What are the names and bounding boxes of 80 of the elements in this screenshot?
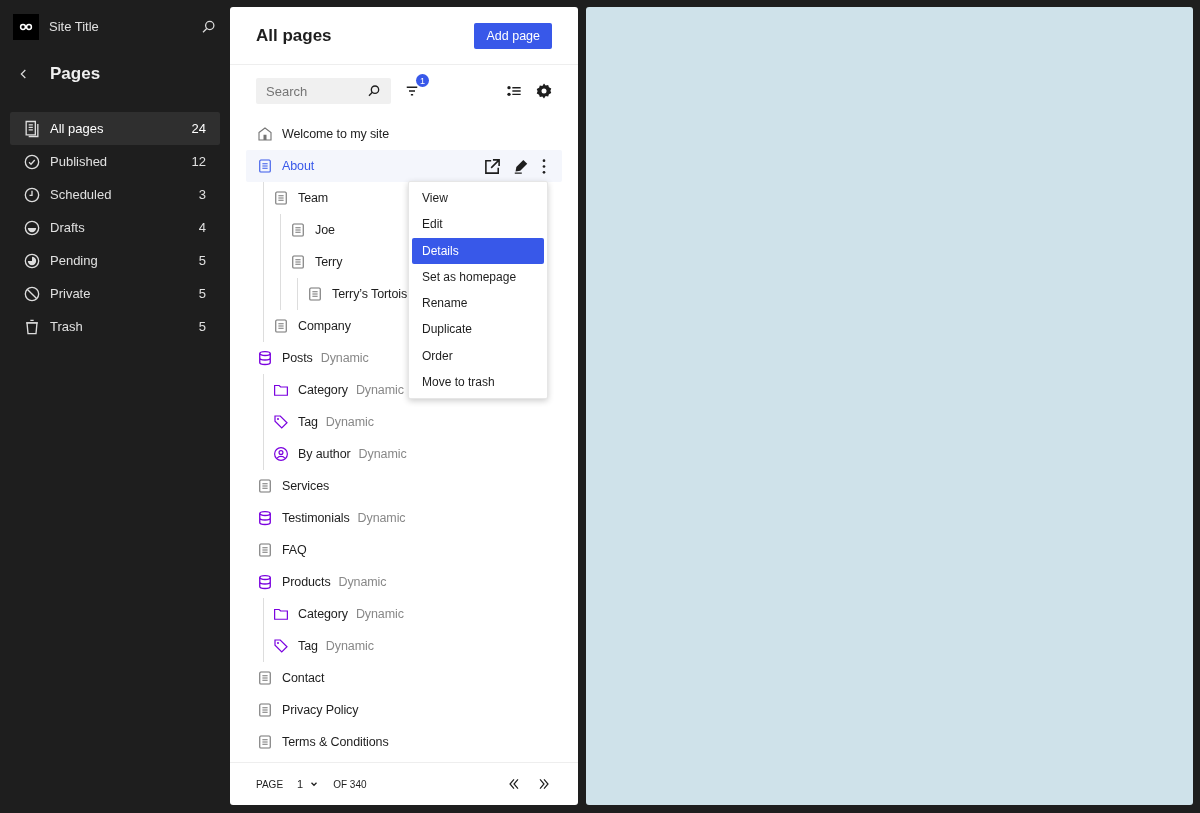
page-tree-item[interactable]: Tag Dynamic bbox=[264, 406, 380, 438]
edit-button[interactable] bbox=[514, 158, 528, 174]
external-link-icon bbox=[485, 158, 500, 174]
sidebar-item[interactable]: Pending 5 bbox=[10, 244, 220, 277]
page-tree-item[interactable]: Posts Dynamic bbox=[246, 342, 375, 374]
page-icon bbox=[256, 669, 274, 687]
page-tree-item[interactable]: By author Dynamic bbox=[264, 438, 413, 470]
sidebar-item[interactable]: All pages 24 bbox=[10, 112, 220, 145]
more-button[interactable] bbox=[542, 158, 546, 174]
page-label: PAGE bbox=[256, 778, 284, 790]
pencil-icon bbox=[514, 158, 528, 174]
sidebar-item[interactable]: Drafts 4 bbox=[10, 211, 220, 244]
dynamic-label: Dynamic bbox=[357, 511, 406, 525]
filter-count-badge: 1 bbox=[416, 74, 429, 87]
menu-item[interactable]: Details bbox=[412, 237, 544, 264]
page-tree-item[interactable]: Company bbox=[264, 310, 357, 342]
page-tree-item[interactable]: Category Dynamic bbox=[264, 598, 410, 630]
page-tree-item[interactable]: Services bbox=[246, 470, 336, 502]
search-icon bbox=[366, 83, 382, 99]
more-vertical-icon bbox=[542, 158, 546, 174]
page-icon bbox=[256, 733, 274, 751]
menu-item[interactable]: Edit bbox=[412, 211, 544, 238]
page-icon bbox=[256, 701, 274, 719]
dynamic-label: Dynamic bbox=[355, 383, 404, 397]
database-icon bbox=[256, 509, 274, 527]
sidebar-item[interactable]: Trash 5 bbox=[10, 310, 220, 343]
dynamic-label: Dynamic bbox=[338, 575, 387, 589]
page-icon bbox=[306, 285, 324, 303]
sidebar-item[interactable]: Scheduled 3 bbox=[10, 178, 220, 211]
search-field[interactable]: Search bbox=[256, 78, 391, 104]
settings-button[interactable] bbox=[534, 81, 554, 101]
home-icon bbox=[256, 125, 274, 143]
page-tree-item[interactable]: Terry bbox=[281, 246, 349, 278]
menu-item[interactable]: Duplicate bbox=[412, 316, 544, 343]
page-tree-item[interactable]: Joe bbox=[281, 214, 341, 246]
page-icon bbox=[272, 317, 290, 335]
sidebar-heading: Pages bbox=[50, 64, 101, 84]
database-icon bbox=[256, 349, 274, 367]
view-button[interactable] bbox=[485, 158, 500, 174]
page-total: OF 340 bbox=[333, 778, 367, 790]
dynamic-label: Dynamic bbox=[320, 351, 369, 365]
dynamic-label: Dynamic bbox=[325, 639, 374, 653]
database-icon bbox=[256, 573, 274, 591]
site-title: Site Title bbox=[49, 19, 100, 34]
sidebar-item[interactable]: Private 5 bbox=[10, 277, 220, 310]
page-tree-item[interactable]: Tag Dynamic bbox=[264, 630, 380, 662]
add-page-button[interactable]: Add page bbox=[474, 22, 552, 49]
page-tree-item[interactable]: Team bbox=[264, 182, 335, 214]
page-tree-item[interactable]: Testimonials Dynamic bbox=[246, 502, 412, 534]
page-icon bbox=[272, 189, 290, 207]
page-tree-item[interactable]: Products Dynamic bbox=[246, 566, 393, 598]
page-icon bbox=[289, 253, 307, 271]
sidebar-item[interactable]: Published 12 bbox=[10, 145, 220, 178]
menu-item[interactable]: Order bbox=[412, 342, 544, 370]
page-icon bbox=[256, 157, 274, 175]
menu-item[interactable]: Move to trash bbox=[412, 369, 544, 396]
dynamic-label: Dynamic bbox=[325, 415, 374, 429]
page-icon bbox=[289, 221, 307, 239]
page-icon bbox=[256, 541, 274, 559]
page-tree-item[interactable]: FAQ bbox=[246, 534, 313, 566]
user-circle-icon bbox=[272, 445, 290, 463]
page-tree-item[interactable]: Terry’s Tortois bbox=[298, 278, 414, 310]
page-tree-item[interactable]: Contact bbox=[246, 662, 331, 694]
panel-title: All pages bbox=[256, 25, 332, 46]
menu-item[interactable]: Rename bbox=[412, 290, 544, 317]
menu-item[interactable]: Set as homepage bbox=[412, 263, 544, 291]
site-logo[interactable] bbox=[13, 13, 39, 40]
dynamic-label: Dynamic bbox=[358, 447, 407, 461]
menu-item[interactable]: View bbox=[412, 185, 544, 212]
tag-icon bbox=[272, 413, 290, 431]
page-tree-item[interactable]: Terms & Conditions bbox=[246, 726, 395, 758]
settings-icon bbox=[534, 81, 554, 101]
page-tree-item[interactable]: About bbox=[246, 150, 562, 182]
page-tree-item[interactable]: Category Dynamic bbox=[264, 374, 410, 406]
tag-icon bbox=[272, 637, 290, 655]
page-tree-item[interactable]: Privacy Policy bbox=[246, 694, 365, 726]
page-icon bbox=[256, 477, 274, 495]
dynamic-label: Dynamic bbox=[355, 607, 404, 621]
page-tree-item[interactable]: Welcome to my site bbox=[246, 118, 396, 150]
page-select[interactable]: 1 bbox=[297, 778, 320, 790]
